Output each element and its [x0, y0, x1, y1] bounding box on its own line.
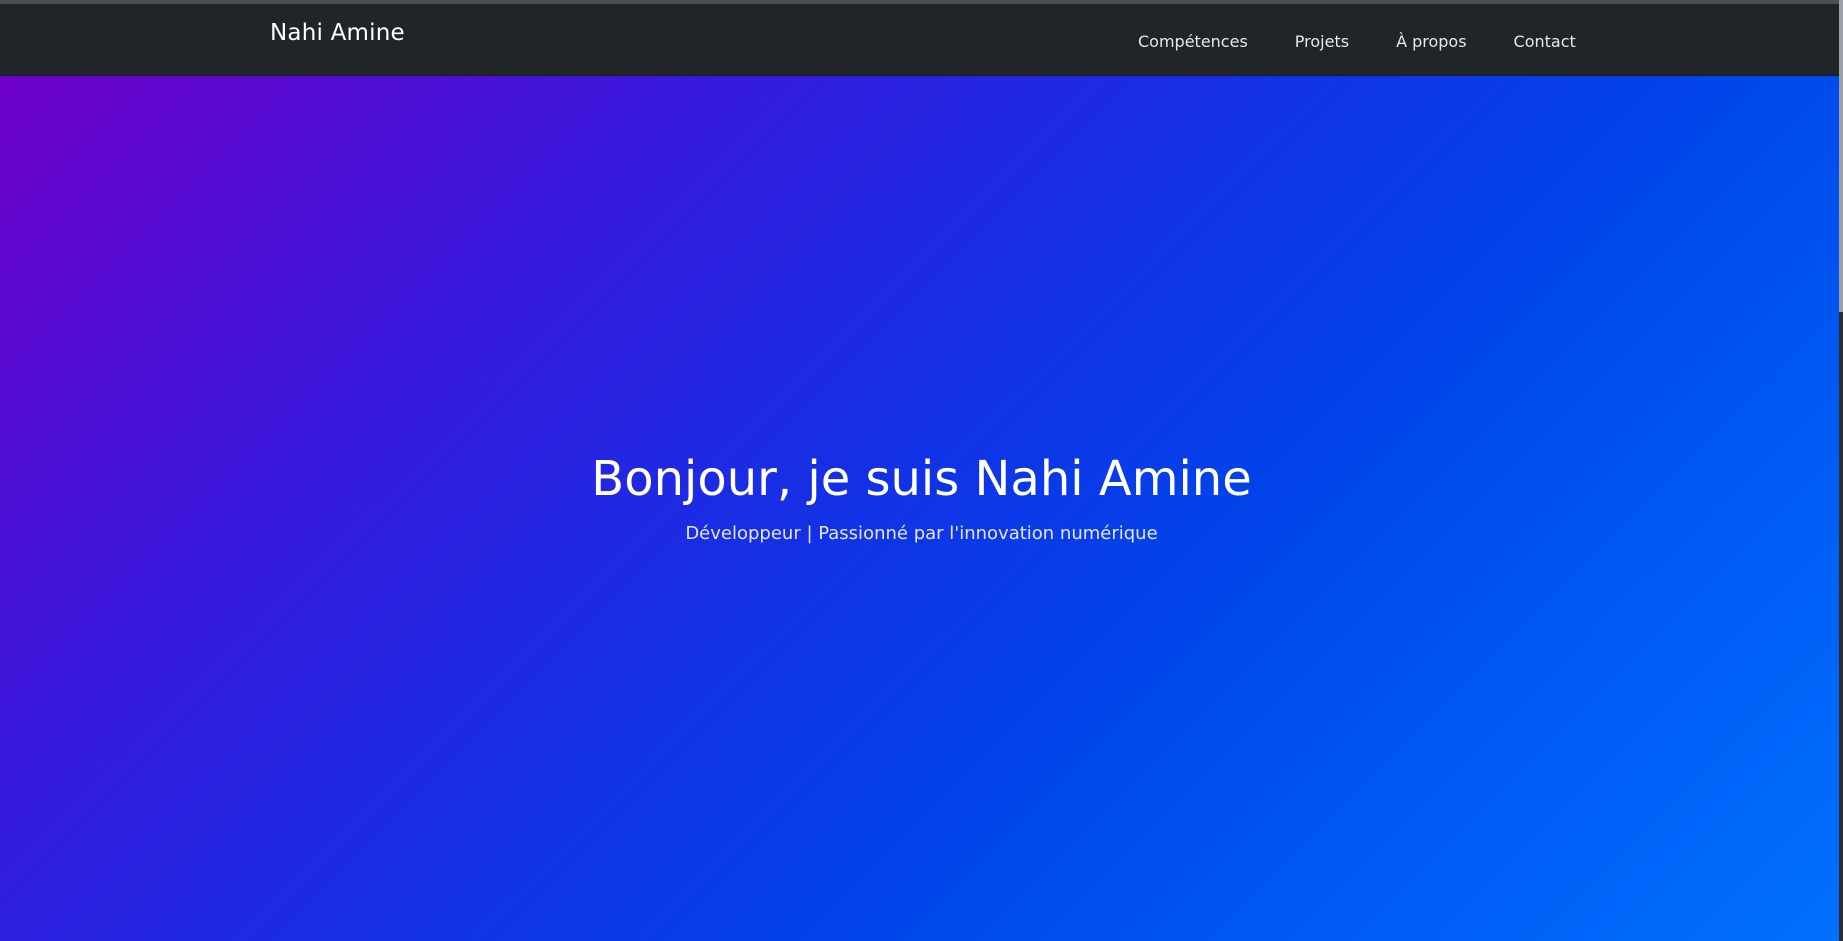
scrollbar-track[interactable]: [1839, 0, 1843, 941]
navbar: Nahi Amine Compétences Projets À propos …: [0, 4, 1843, 76]
nav-link-competences[interactable]: Compétences: [1138, 28, 1248, 56]
hero-subtitle: Développeur | Passionné par l'innovation…: [685, 523, 1158, 544]
page: Nahi Amine Compétences Projets À propos …: [0, 0, 1843, 941]
scrollbar-thumb[interactable]: [1839, 0, 1843, 312]
nav-link-a-propos[interactable]: À propos: [1396, 28, 1466, 56]
hero-title: Bonjour, je suis Nahi Amine: [591, 451, 1252, 507]
hero-section: Bonjour, je suis Nahi Amine Développeur …: [0, 76, 1843, 941]
nav-links: Compétences Projets À propos Contact: [1138, 28, 1576, 56]
brand-link[interactable]: Nahi Amine: [270, 18, 405, 48]
nav-link-projets[interactable]: Projets: [1295, 28, 1349, 56]
nav-link-contact[interactable]: Contact: [1514, 28, 1576, 56]
